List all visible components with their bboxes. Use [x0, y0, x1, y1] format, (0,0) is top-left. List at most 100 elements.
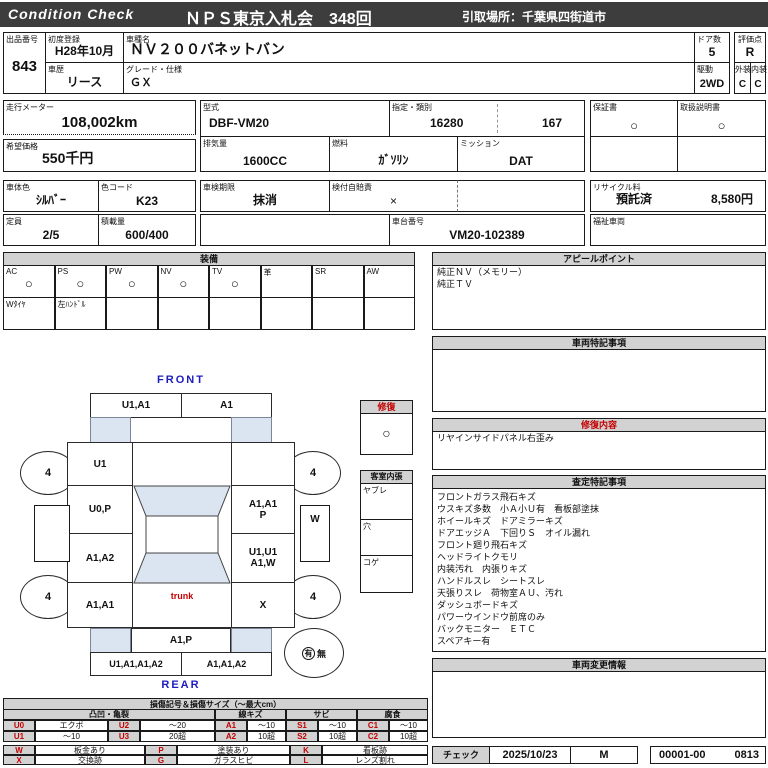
equipment-label: AW [366, 267, 380, 276]
load-capacity-label: 積載量 [101, 217, 125, 226]
right-front-door-line2: P [259, 509, 267, 521]
assessment-line: ドアエッジＡ 下回りＳ オイル漏れ [437, 528, 591, 538]
front-bumper-right-cell: A1 [181, 393, 272, 418]
displacement-label: 排気量 [203, 139, 227, 148]
warranty-book-mark: ○ [630, 118, 638, 133]
equipment-cell-leather: 革 [260, 265, 312, 298]
legend-code: C1 [357, 720, 389, 731]
equipment-mark: ○ [24, 276, 33, 291]
assessment-line: ハンドルスレ シートスレ [437, 576, 546, 586]
transmission-value: DAT [509, 154, 533, 168]
legend-value: 塗装あり [177, 745, 290, 755]
lot-number-label: 出品番号 [6, 35, 38, 44]
equipment-cell-tv: TV ○ [209, 265, 261, 298]
equipment-note [260, 297, 312, 330]
odometer-label: 走行メーター [6, 103, 54, 112]
exterior-grade-value: C [738, 79, 747, 90]
right-side-step: W [300, 505, 330, 562]
right-slide-door-cell: U1,U1 A1,W [231, 533, 295, 583]
fuel-cell: 燃料 ｶﾞｿﾘﾝ [329, 136, 458, 172]
capacity-cell: 定員 2/5 [3, 214, 99, 246]
inspection-value: 抹消 [252, 193, 277, 207]
title-bar: Condition Check ＮＰＳ東京入札会 348回 引取場所：千葉県四街… [0, 2, 768, 28]
model-code-label: 型式 [203, 103, 219, 112]
equipment-label: PW [109, 267, 122, 276]
legend-value: 看板跡 [322, 745, 428, 755]
legend-group-row: 凸凹・亀裂 線キズ サビ 腐食 [3, 709, 428, 720]
inspection-cell: 車検期限 抹消 [200, 180, 330, 212]
model-name-value: ＮＶ２００バネットバン [130, 41, 285, 57]
recycle-status: 預託済 [616, 192, 653, 206]
repair-panel: リヤインサイドパネル右歪み [432, 431, 766, 470]
equipment-mark: ○ [179, 276, 188, 291]
rear-gate-cell: A1,P [131, 628, 231, 653]
equipment-note [106, 297, 158, 330]
legend-marks-row-2: X 交換跡 G ガラスヒビ L レンズ割れ [3, 755, 428, 765]
legend-group: サビ [286, 709, 357, 720]
left-front-door-cell: U0,P [67, 485, 133, 534]
assessment-line: ダッシュボードキズ [437, 600, 519, 610]
displacement-value: 1600CC [242, 154, 288, 168]
legend-value: 10超 [247, 731, 286, 742]
legend-value: 10超 [389, 731, 428, 742]
score-value: R [745, 45, 755, 59]
cabin-trim-label: コゲ [363, 558, 379, 567]
equipment-cell-sr: SR [312, 265, 364, 298]
score-cell: 評価点 R [734, 32, 766, 63]
class-number-cell: 指定・類別 16280 167 [389, 100, 585, 137]
body-center-column: trunk [132, 442, 232, 628]
model-name-cell: 車種名 ＮＶ２００バネットバン [123, 32, 695, 63]
legend-code: A2 [215, 731, 247, 742]
taillight-left-shade [90, 628, 131, 653]
class-number-value1: 16280 [430, 116, 464, 130]
capacity-label: 定員 [6, 217, 22, 226]
legend-code: U1 [3, 731, 35, 742]
assessment-line: フロント廻り飛石キズ [437, 540, 528, 550]
legend-code: U3 [108, 731, 140, 742]
spare-present-mark: 有 [301, 646, 315, 660]
exterior-grade-label: 外装 [735, 65, 751, 74]
vehicle-notes-title: 車両特記事項 [432, 336, 766, 350]
legend-group: 線キズ [215, 709, 286, 720]
assessment-line: 天張りスレ 荷物室ＡＵ、汚れ [437, 588, 564, 598]
manual-blank-cell [677, 136, 766, 172]
load-capacity-value: 600/400 [125, 228, 169, 242]
insurance-label: 検付自賠責 [332, 183, 372, 192]
lot-number-value: 843 [11, 58, 38, 75]
manual-book-mark: ○ [717, 118, 726, 133]
equipment-note-text: Wﾀｲﾔ [6, 300, 26, 309]
color-code-value: K23 [135, 194, 158, 208]
warranty-book-label: 保証書 [593, 103, 617, 112]
equipment-note [157, 297, 209, 330]
equipment-note: Wﾀｲﾔ [3, 297, 55, 330]
assessment-line: ホイールキズ ドアミラーキズ [437, 516, 563, 526]
equipment-label: PS [57, 267, 69, 276]
insurance-mark: × [389, 194, 397, 208]
left-front-fender-cell: U1 [67, 442, 133, 486]
legend-code: X [3, 755, 35, 765]
legend-code: W [3, 745, 35, 755]
insurance-blank-cell [457, 180, 585, 212]
legend-code: U0 [3, 720, 35, 731]
equipment-mark: ○ [230, 276, 239, 291]
history-value: リース [66, 75, 103, 89]
first-registration-value: H28年10月 [54, 44, 115, 58]
check-label-cell: チェック [432, 746, 490, 764]
equipment-title: 装備 [3, 252, 415, 266]
capacity-value: 2/5 [42, 228, 60, 242]
equipment-note [209, 297, 261, 330]
odometer-cell: 走行メーター 108,002km [3, 100, 196, 135]
legend-value: ～10 [35, 731, 108, 742]
equipment-mark: ○ [76, 276, 85, 291]
assessment-title: 査定特記事項 [432, 475, 766, 489]
manual-book-cell: 取扱説明書 ○ [677, 100, 766, 137]
class-number-label: 指定・類別 [392, 103, 432, 112]
equipment-note [312, 297, 364, 330]
color-code-label: 色コード [101, 183, 133, 192]
welfare-cell: 福祉車両 [590, 214, 766, 246]
asking-price-value: 550千円 [42, 150, 94, 166]
appeal-line: 純正ＴＶ [437, 279, 474, 289]
interior-grade-value: C [754, 79, 762, 90]
warranty-book-cell: 保証書 ○ [590, 100, 678, 137]
legend-code: S1 [286, 720, 318, 731]
